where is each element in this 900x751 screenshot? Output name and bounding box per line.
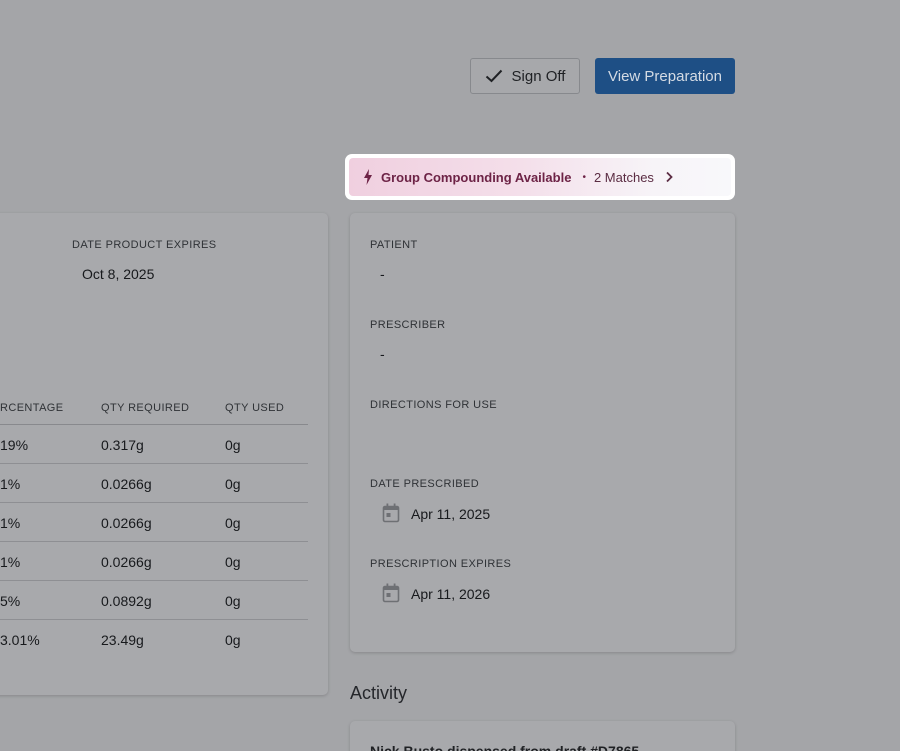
table-row: 1% 0.0266g 0g bbox=[0, 503, 308, 542]
date-product-expires-label: DATE PRODUCT EXPIRES bbox=[72, 239, 217, 251]
date-prescribed-label: DATE PRESCRIBED bbox=[370, 478, 480, 490]
view-preparation-label: View Preparation bbox=[608, 67, 722, 85]
banner-separator: • bbox=[582, 171, 586, 183]
patient-label: PATIENT bbox=[370, 239, 418, 251]
ingredients-table: RCENTAGE QTY REQUIRED QTY USED 19% 0.317… bbox=[0, 399, 308, 659]
sign-off-button[interactable]: Sign Off bbox=[470, 58, 580, 94]
cell-qty-required: 0.0266g bbox=[101, 515, 152, 531]
cell-qty-used: 0g bbox=[225, 515, 241, 531]
activity-heading: Activity bbox=[350, 683, 408, 703]
prescription-expires-value: Apr 11, 2026 bbox=[411, 586, 491, 602]
table-row: 19% 0.317g 0g bbox=[0, 425, 308, 464]
cell-percentage: 19% bbox=[0, 437, 29, 453]
cell-percentage: 3.01% bbox=[0, 632, 40, 648]
table-row: 1% 0.0266g 0g bbox=[0, 464, 308, 503]
table-row: 5% 0.0892g 0g bbox=[0, 581, 308, 620]
calendar-icon bbox=[382, 503, 400, 528]
column-header-qty-used: QTY USED bbox=[225, 402, 285, 414]
prescriber-value: - bbox=[380, 346, 385, 362]
cell-qty-required: 0.317g bbox=[101, 437, 144, 453]
patient-value: - bbox=[380, 266, 385, 282]
sign-off-label: Sign Off bbox=[511, 67, 566, 85]
banner-matches: 2 Matches bbox=[593, 169, 654, 185]
column-header-qty-required: QTY REQUIRED bbox=[101, 402, 190, 414]
cell-percentage: 1% bbox=[0, 554, 21, 570]
cell-qty-used: 0g bbox=[225, 476, 241, 492]
column-header-percentage: RCENTAGE bbox=[0, 402, 64, 414]
cell-percentage: 1% bbox=[0, 515, 21, 531]
directions-label: DIRECTIONS FOR USE bbox=[370, 399, 497, 411]
calendar-icon bbox=[382, 583, 400, 608]
chevron-right-icon bbox=[665, 171, 673, 183]
date-prescribed-value: Apr 11, 2025 bbox=[411, 506, 491, 522]
cell-qty-used: 0g bbox=[225, 593, 241, 609]
group-compounding-banner-highlight: Group Compounding Available • 2 Matches bbox=[345, 154, 735, 200]
lightning-icon bbox=[363, 169, 373, 185]
cell-qty-required: 0.0266g bbox=[101, 554, 152, 570]
cell-qty-required: 23.49g bbox=[101, 632, 144, 648]
date-product-expires-value: Oct 8, 2025 bbox=[82, 266, 155, 282]
prescriber-label: PRESCRIBER bbox=[370, 319, 446, 331]
table-row: 1% 0.0266g 0g bbox=[0, 542, 308, 581]
cell-percentage: 5% bbox=[0, 593, 21, 609]
prescription-card bbox=[350, 213, 735, 652]
view-preparation-button[interactable]: View Preparation bbox=[595, 58, 735, 94]
prescription-expires-label: PRESCRIPTION EXPIRES bbox=[370, 558, 512, 570]
cell-qty-required: 0.0266g bbox=[101, 476, 152, 492]
table-row: 3.01% 23.49g 0g bbox=[0, 620, 308, 659]
check-icon bbox=[485, 69, 503, 83]
group-compounding-banner[interactable]: Group Compounding Available • 2 Matches bbox=[349, 158, 731, 196]
activity-entry: Nick Busto dispensed from draft #D7865 bbox=[370, 743, 640, 751]
cell-qty-used: 0g bbox=[225, 554, 241, 570]
cell-percentage: 1% bbox=[0, 476, 21, 492]
banner-title: Group Compounding Available bbox=[381, 169, 572, 185]
table-header: RCENTAGE QTY REQUIRED QTY USED bbox=[0, 399, 308, 425]
cell-qty-used: 0g bbox=[225, 437, 241, 453]
cell-qty-required: 0.0892g bbox=[101, 593, 152, 609]
cell-qty-used: 0g bbox=[225, 632, 241, 648]
